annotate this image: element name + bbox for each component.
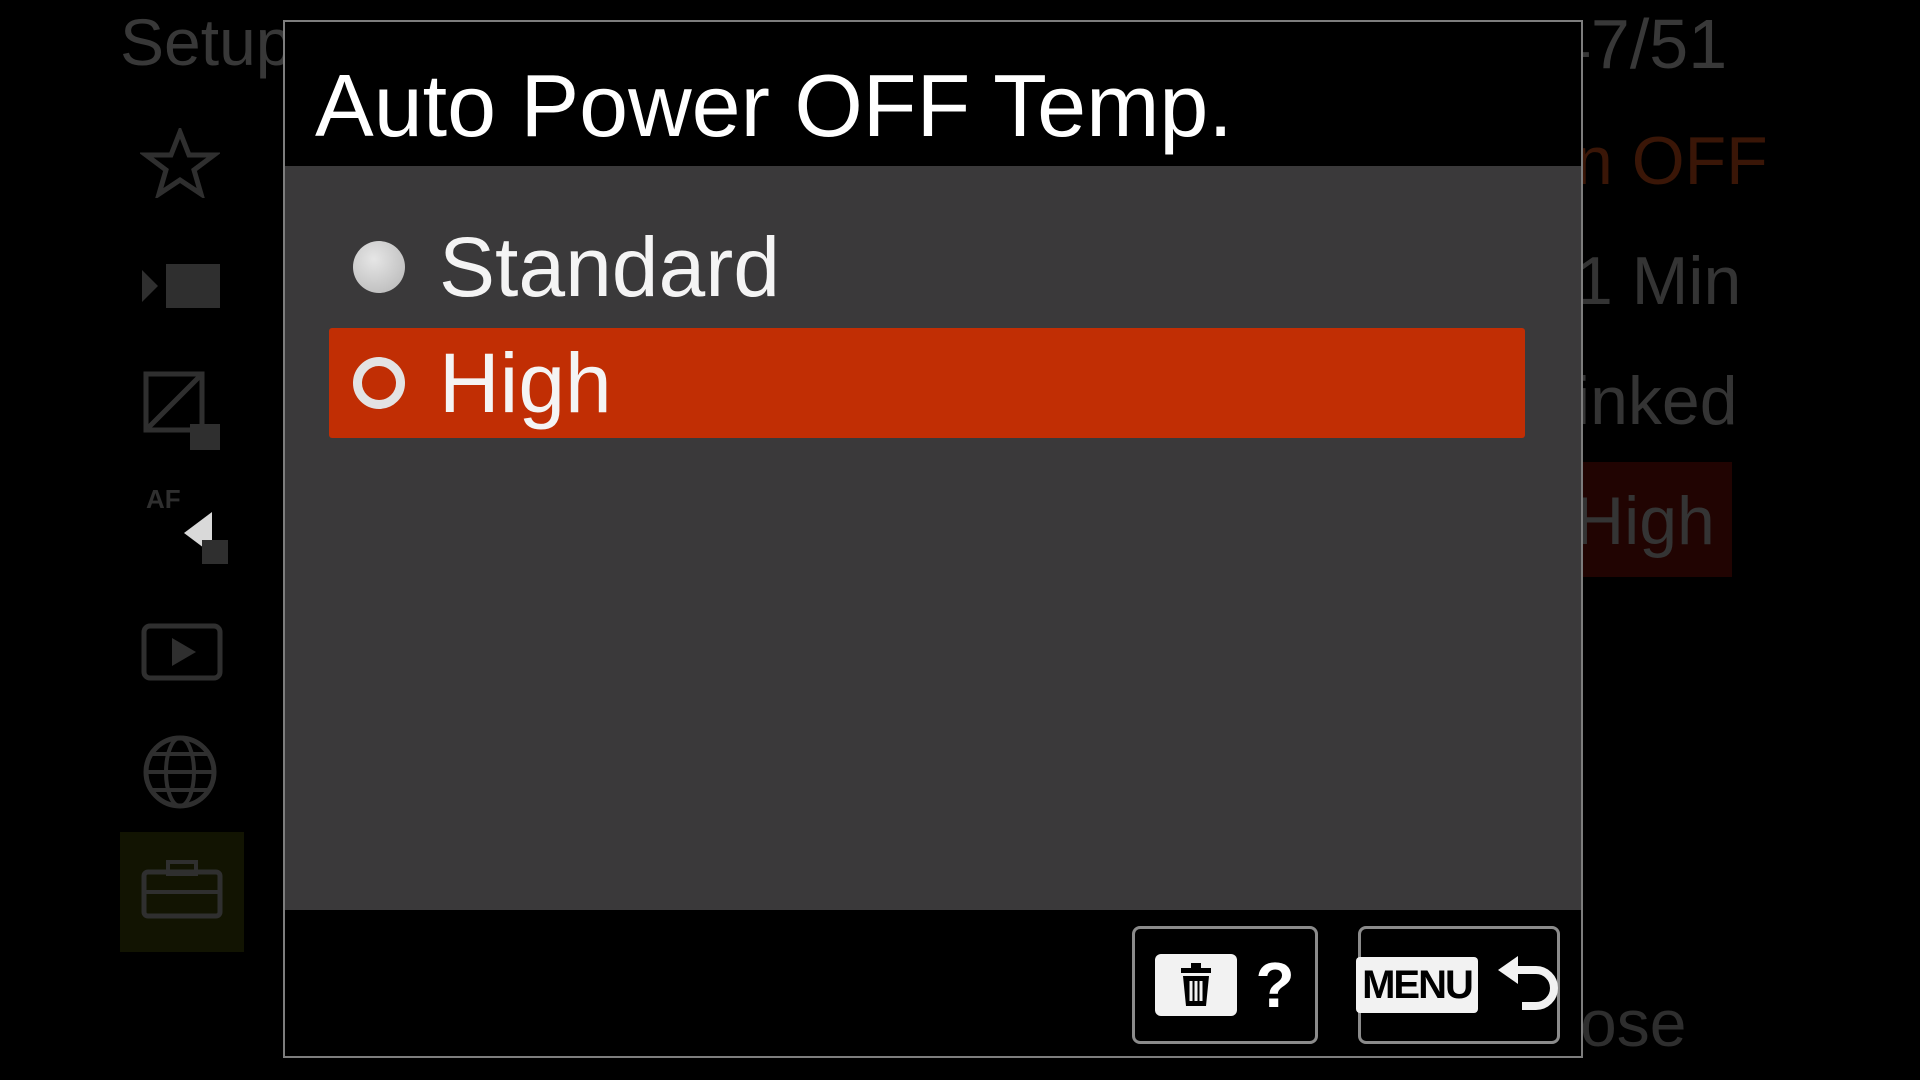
star-icon <box>140 128 220 198</box>
svg-text:AF: AF <box>146 484 181 514</box>
camera-movie-icon <box>140 258 224 314</box>
option-label: High <box>439 336 612 430</box>
option-standard[interactable]: Standard <box>329 212 1525 322</box>
trash-icon <box>1155 954 1238 1016</box>
return-arrow-icon <box>1496 952 1562 1018</box>
playback-icon <box>140 622 224 682</box>
radio-selected-icon <box>353 357 405 409</box>
background-value-2: 1 Min <box>1575 243 1742 319</box>
background-category-title: Setup <box>120 5 293 79</box>
network-globe-icon <box>140 732 220 812</box>
background-value-4: High <box>1575 483 1715 559</box>
focus-menu-icon: AF <box>140 482 230 572</box>
background-value-3: inked <box>1575 363 1738 439</box>
background-value-1: n OFF <box>1575 123 1768 199</box>
help-question-mark: ? <box>1255 949 1295 1021</box>
option-high[interactable]: High <box>329 328 1525 438</box>
background-close-label: ose <box>1580 986 1687 1060</box>
radio-unselected-icon <box>353 241 405 293</box>
options-panel: Standard High <box>285 166 1581 910</box>
help-button[interactable]: ? <box>1132 926 1318 1044</box>
option-label: Standard <box>439 220 780 314</box>
toolbox-icon <box>140 858 224 920</box>
back-button[interactable]: MENU <box>1356 926 1562 1044</box>
auto-power-off-temp-dialog: Auto Power OFF Temp. Standard High ? MEN… <box>283 20 1583 1058</box>
exposure-icon <box>140 368 224 452</box>
dialog-title: Auto Power OFF Temp. <box>315 56 1233 155</box>
menu-key-label: MENU <box>1356 957 1478 1013</box>
